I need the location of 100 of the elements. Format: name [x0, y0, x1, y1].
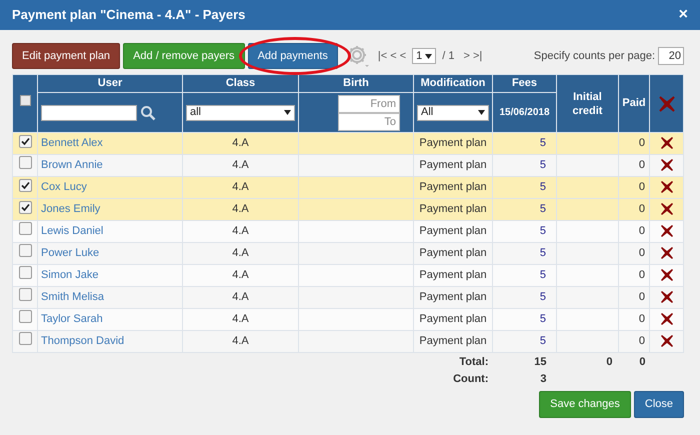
paid-text: 0 — [638, 247, 645, 260]
table-row[interactable]: Brown Annie 4.A Payment plan 5 0 — [12, 154, 684, 176]
modification-text: Payment plan — [419, 225, 487, 238]
row-checkbox[interactable] — [18, 156, 32, 170]
modification-text: Payment plan — [419, 335, 487, 348]
class-text: 4.A — [232, 159, 249, 172]
delete-icon[interactable] — [660, 136, 674, 150]
fees-link[interactable]: 5 — [540, 181, 546, 194]
user-search-field[interactable] — [41, 104, 137, 120]
class-text: 4.A — [232, 313, 249, 326]
class-select[interactable]: all — [186, 104, 295, 120]
fees-link[interactable]: 5 — [540, 313, 546, 326]
column-header[interactable]: Modification — [414, 74, 492, 92]
per-page-label: Specify counts per page: — [534, 48, 655, 64]
table-row[interactable]: Jones Emily 4.A Payment plan 5 0 — [12, 198, 684, 220]
paid-text: 0 — [638, 335, 645, 348]
fees-link[interactable]: 5 — [540, 137, 546, 150]
paid-text: 0 — [638, 269, 645, 282]
total-paid: 0 — [639, 356, 646, 368]
delete-icon[interactable] — [660, 312, 674, 326]
footer-button[interactable]: Close — [634, 390, 684, 418]
row-checkbox[interactable] — [18, 288, 32, 302]
dropdown-icon — [478, 110, 485, 115]
row-checkbox[interactable] — [18, 201, 32, 214]
modification-select[interactable]: All — [417, 104, 489, 120]
delete-icon[interactable] — [660, 334, 674, 348]
fees-link[interactable]: 5 — [540, 247, 546, 260]
paid-text: 0 — [638, 203, 645, 216]
total-fees: 15 — [534, 356, 546, 368]
fees-link[interactable]: 5 — [540, 269, 546, 282]
dropdown-icon — [284, 110, 291, 115]
column-header[interactable]: User — [38, 74, 182, 92]
pager-back[interactable]: |< < < — [378, 48, 406, 64]
per-page-field[interactable]: 20 — [658, 47, 684, 65]
fees-link[interactable]: 5 — [540, 159, 546, 172]
fees-link[interactable]: 5 — [540, 203, 546, 216]
footer-button[interactable]: Save changes — [539, 390, 631, 418]
paid-text: 0 — [638, 225, 645, 238]
row-checkbox[interactable] — [18, 244, 32, 258]
table-row[interactable]: Power Luke 4.A Payment plan 5 0 — [12, 242, 684, 264]
modification-text: Payment plan — [419, 313, 487, 326]
table-row[interactable]: Thompson David 4.A Payment plan 5 0 — [12, 330, 684, 352]
delete-icon[interactable] — [660, 224, 674, 238]
class-text: 4.A — [232, 291, 249, 304]
column-header[interactable]: Class — [182, 74, 298, 92]
column-header[interactable]: Birth — [298, 74, 414, 92]
table-row[interactable]: Cox Lucy 4.A Payment plan 5 0 — [12, 176, 684, 198]
paid-text: 0 — [638, 137, 645, 150]
total-label: Total: — [459, 356, 488, 368]
class-text: 4.A — [232, 203, 249, 216]
fees-link[interactable]: 5 — [540, 335, 546, 348]
dropdown-icon — [425, 54, 432, 58]
paid-text: 0 — [638, 313, 645, 326]
select-all-checkbox[interactable] — [20, 95, 30, 106]
modification-text: Payment plan — [419, 269, 487, 282]
table-row[interactable]: Smith Melisa 4.A Payment plan 5 0 — [12, 286, 684, 308]
row-checkbox[interactable] — [18, 135, 32, 148]
modification-text: Payment plan — [419, 291, 487, 304]
toolbar-button[interactable]: Add / remove payers — [123, 43, 245, 69]
fees-link[interactable]: 5 — [540, 291, 546, 304]
row-checkbox[interactable] — [18, 266, 32, 280]
birth-from-field[interactable]: From — [338, 94, 400, 112]
modification-text: Payment plan — [419, 247, 487, 260]
page-count: / 1 — [442, 48, 454, 64]
count-label: Count: — [453, 373, 488, 386]
row-checkbox[interactable] — [18, 179, 32, 192]
row-checkbox[interactable] — [18, 310, 32, 324]
modification-text: Payment plan — [419, 159, 487, 172]
birth-to-field[interactable]: To — [338, 112, 400, 130]
page-select[interactable]: 1 — [412, 48, 436, 64]
row-checkbox[interactable] — [18, 332, 32, 346]
modification-text: Payment plan — [419, 203, 487, 216]
total-initial-credit: 0 — [606, 356, 612, 368]
table-row[interactable]: Bennett Alex 4.A Payment plan 5 0 — [12, 132, 684, 154]
delete-icon[interactable] — [660, 180, 674, 194]
user-link[interactable]: Cox Lucy — [41, 181, 87, 194]
delete-icon[interactable] — [660, 246, 674, 260]
table-row[interactable]: Simon Jake 4.A Payment plan 5 0 — [12, 264, 684, 286]
toolbar-button[interactable]: Edit payment plan — [12, 43, 120, 69]
search-icon[interactable] — [140, 104, 156, 120]
delete-icon[interactable] — [660, 290, 674, 304]
delete-icon[interactable] — [660, 268, 674, 282]
fees-link[interactable]: 5 — [540, 225, 546, 238]
pager-forward[interactable]: > >| — [464, 48, 482, 64]
paid-text: 0 — [638, 159, 645, 172]
table-row[interactable]: Lewis Daniel 4.A Payment plan 5 0 — [12, 220, 684, 242]
close-button[interactable]: × — [678, 7, 688, 23]
row-checkbox[interactable] — [18, 222, 32, 236]
class-text: 4.A — [232, 225, 249, 238]
class-text: 4.A — [232, 181, 249, 194]
column-header[interactable]: Fees — [492, 74, 556, 92]
paid-text: 0 — [638, 181, 645, 194]
count-value: 3 — [540, 373, 546, 386]
delete-icon[interactable] — [660, 158, 674, 172]
table-row[interactable]: Taylor Sarah 4.A Payment plan 5 0 — [12, 308, 684, 330]
delete-icon[interactable] — [660, 202, 674, 216]
paid-text: 0 — [638, 291, 645, 304]
column-header[interactable]: Initial credit — [556, 74, 618, 132]
window-title: Payment plan "Cinema - 4.A" - Payers — [12, 6, 246, 24]
toolbar-button[interactable]: Add payments — [248, 43, 338, 69]
